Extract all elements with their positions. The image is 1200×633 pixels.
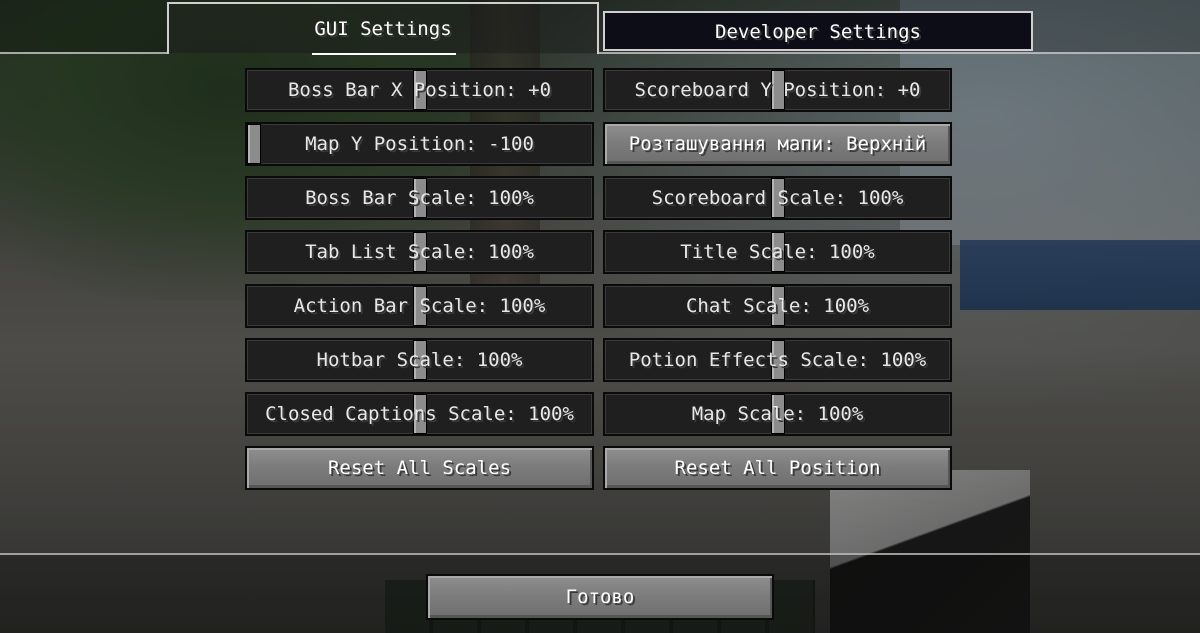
slider-map-scale-100[interactable]: Map Scale: 100% [603,392,952,436]
button-right-1[interactable]: Розташування мапи: Верхній [603,122,952,166]
slider-title-scale-100[interactable]: Title Scale: 100% [603,230,952,274]
tab-developer-settings-label: Developer Settings [715,21,921,43]
button-reset-all-scales[interactable]: Reset All Scales [245,446,594,490]
active-tab-indicator [312,53,456,55]
slider-potion-effects-scale-100[interactable]: Potion Effects Scale: 100% [603,338,952,382]
slider-closed-captions-scale-100[interactable]: Closed Captions Scale: 100% [245,392,594,436]
slider-chat-scale-100[interactable]: Chat Scale: 100% [603,284,952,328]
tab-gui-settings-label: GUI Settings [314,18,452,40]
control-label: Hotbar Scale: 100% [316,349,523,371]
slider-map-y-position-100[interactable]: Map Y Position: -100 [245,122,594,166]
game-screen: GUI Settings Developer Settings Boss Bar… [0,0,1200,633]
slider-handle[interactable] [247,124,261,164]
control-label: Map Scale: 100% [691,403,864,425]
slider-action-bar-scale-100[interactable]: Action Bar Scale: 100% [245,284,594,328]
control-label: Boss Bar Scale: 100% [305,187,534,209]
control-label: Title Scale: 100% [680,241,875,263]
slider-scoreboard-y-position-0[interactable]: Scoreboard Y Position: +0 [603,68,952,112]
slider-tab-list-scale-100[interactable]: Tab List Scale: 100% [245,230,594,274]
control-label: Reset All Position [674,457,881,479]
done-button-label: Готово [565,586,635,608]
header-separator-left [0,52,168,54]
control-label: Boss Bar X Position: +0 [287,79,552,101]
control-label: Potion Effects Scale: 100% [628,349,927,371]
slider-hotbar-scale-100[interactable]: Hotbar Scale: 100% [245,338,594,382]
button-reset-all-position[interactable]: Reset All Position [603,446,952,490]
menu-dim-overlay [0,0,1200,633]
control-label: Scoreboard Y Position: +0 [634,79,921,101]
tab-gui-settings[interactable]: GUI Settings [167,2,599,55]
header-separator-right [599,52,1200,54]
control-label: Chat Scale: 100% [685,295,870,317]
control-label: Scoreboard Scale: 100% [651,187,904,209]
slider-boss-bar-scale-100[interactable]: Boss Bar Scale: 100% [245,176,594,220]
control-label: Closed Captions Scale: 100% [265,403,574,425]
control-label: Tab List Scale: 100% [305,241,534,263]
done-button[interactable]: Готово [426,574,774,620]
control-label: Map Y Position: -100 [305,133,534,155]
slider-boss-bar-x-position-0[interactable]: Boss Bar X Position: +0 [245,68,594,112]
control-label: Розташування мапи: Верхній [628,133,927,155]
control-label: Reset All Scales [327,457,512,479]
control-label: Action Bar Scale: 100% [293,295,546,317]
slider-scoreboard-scale-100[interactable]: Scoreboard Scale: 100% [603,176,952,220]
tab-developer-settings[interactable]: Developer Settings [603,11,1033,51]
